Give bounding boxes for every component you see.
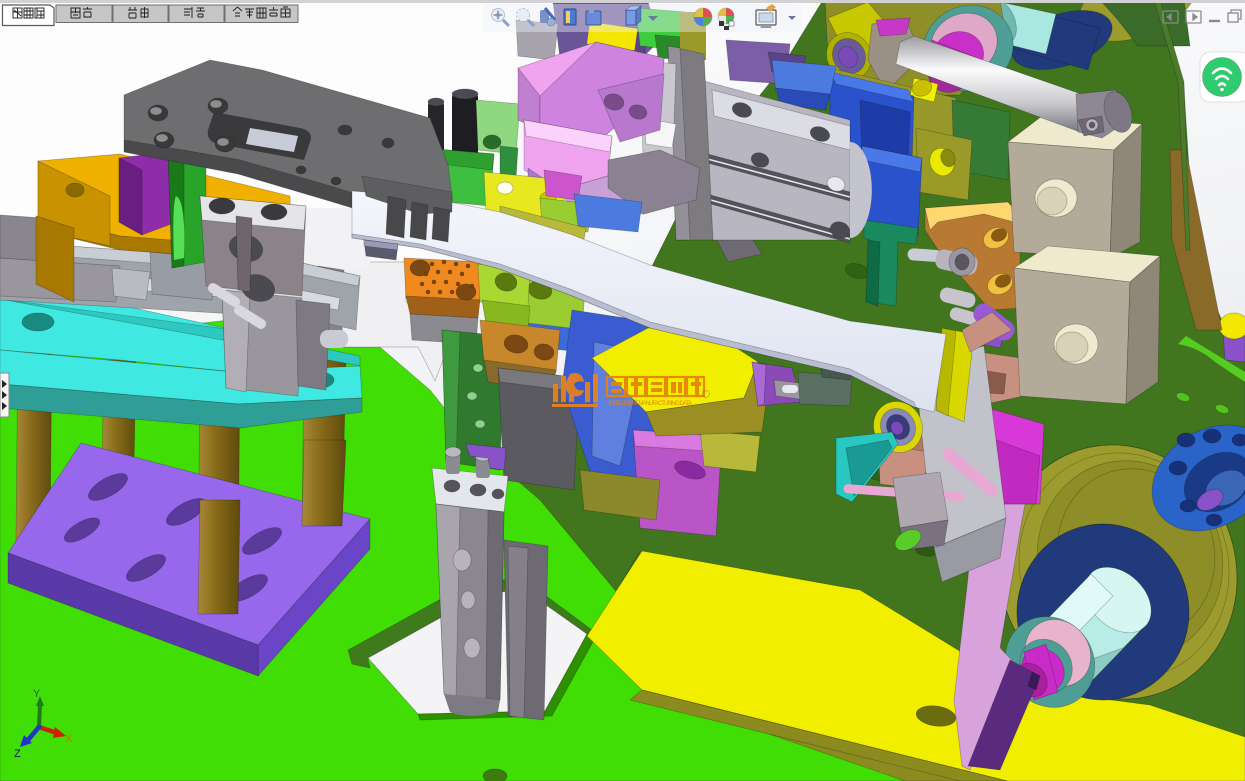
svg-text:Z: Z: [14, 748, 21, 760]
svg-text:INTELLIGENT MANUFACTURING DATA: INTELLIGENT MANUFACTURING DATA: [609, 401, 692, 407]
svg-text:Y: Y: [33, 688, 41, 700]
svg-text:X: X: [65, 733, 73, 745]
